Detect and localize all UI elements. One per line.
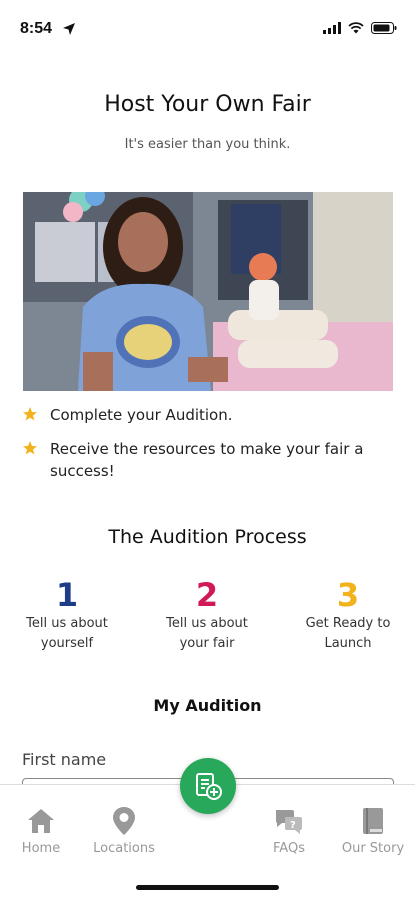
process-step-1: 1 Tell us about yourself bbox=[12, 576, 122, 654]
bullet-text: Receive the resources to make your fair … bbox=[50, 440, 364, 480]
process-step-2: 2 Tell us about your fair bbox=[152, 576, 262, 654]
step-number: 1 bbox=[55, 576, 79, 614]
bullet-text: Complete your Audition. bbox=[50, 406, 233, 424]
form-title: My Audition bbox=[153, 696, 262, 715]
book-icon bbox=[363, 808, 383, 834]
home-icon bbox=[28, 809, 54, 833]
process-title: The Audition Process bbox=[108, 526, 307, 548]
hero-photo bbox=[23, 192, 393, 391]
nav-locations[interactable]: Locations bbox=[84, 805, 164, 856]
step-label: Tell us about yourself bbox=[26, 616, 108, 651]
start-audition-button[interactable] bbox=[180, 758, 236, 814]
process-step-3: 3 Get Ready to Launch bbox=[293, 576, 403, 654]
star-icon bbox=[23, 441, 37, 455]
signal-icon bbox=[323, 22, 341, 34]
nav-label: Locations bbox=[93, 841, 155, 856]
home-indicator[interactable] bbox=[136, 885, 279, 890]
location-pin-icon bbox=[113, 807, 135, 835]
nav-label: Our Story bbox=[341, 841, 405, 856]
first-name-label: First name bbox=[22, 750, 107, 769]
step-number: 3 bbox=[336, 576, 360, 614]
list-item: Complete your Audition. bbox=[22, 404, 392, 426]
process-steps: 1 Tell us about yourself 2 Tell us about… bbox=[0, 576, 415, 656]
step-label: Tell us about your fair bbox=[166, 616, 248, 651]
nav-faqs[interactable]: ? FAQs bbox=[249, 805, 329, 856]
status-bar: 8:54 bbox=[0, 0, 415, 58]
step-number: 2 bbox=[195, 576, 219, 614]
list-item: Receive the resources to make your fair … bbox=[22, 438, 392, 482]
status-indicators bbox=[323, 22, 397, 34]
page-subtitle: It's easier than you think. bbox=[124, 137, 291, 152]
add-application-icon bbox=[196, 773, 222, 800]
step-label: Get Ready to Launch bbox=[305, 616, 391, 651]
status-time: 8:54 bbox=[20, 20, 53, 37]
nav-label: FAQs bbox=[273, 841, 305, 856]
star-icon bbox=[23, 407, 37, 421]
faq-chat-icon: ? bbox=[275, 810, 302, 834]
svg-text:?: ? bbox=[290, 820, 296, 831]
battery-icon bbox=[371, 22, 397, 34]
page-title: Host Your Own Fair bbox=[104, 92, 311, 117]
wifi-icon bbox=[348, 22, 364, 34]
nav-home[interactable]: Home bbox=[1, 805, 81, 856]
benefit-list: Complete your Audition. Receive the reso… bbox=[22, 404, 392, 494]
location-arrow-icon bbox=[63, 23, 75, 35]
nav-label: Home bbox=[21, 841, 61, 856]
nav-our-story[interactable]: Our Story bbox=[333, 805, 413, 856]
